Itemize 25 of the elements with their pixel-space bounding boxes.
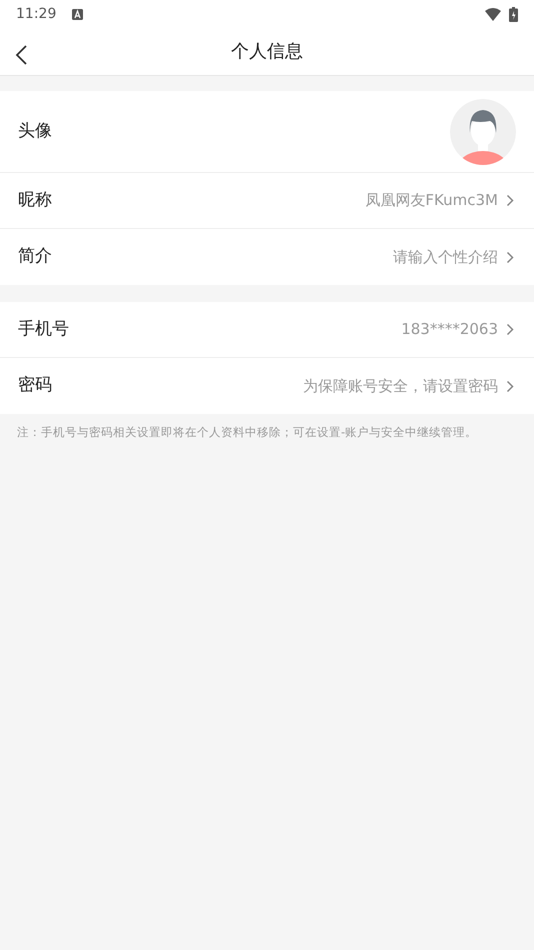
row-label: 简介 bbox=[18, 245, 52, 268]
page-title: 个人信息 bbox=[231, 40, 303, 64]
avatar-icon bbox=[450, 98, 516, 164]
note-text: 注：手机号与密码相关设置即将在个人资料中移除；可在设置-账户与安全中继续管理。 bbox=[16, 424, 478, 441]
chevron-icon bbox=[506, 194, 514, 207]
status-time: 11:29 bbox=[16, 4, 56, 24]
notification-icon bbox=[72, 8, 84, 20]
chevron-icon bbox=[506, 250, 514, 264]
row-value: 请输入个性介绍 bbox=[393, 246, 498, 268]
row-value: 183****2063 bbox=[401, 319, 498, 340]
row-value: 凤凰网友FKumc3M bbox=[365, 190, 498, 212]
chevron-icon bbox=[506, 380, 514, 392]
chevron-icon bbox=[506, 323, 514, 336]
settings-row[interactable]: 昵称 凤凰网友FKumc3M bbox=[0, 173, 534, 229]
row-label: 手机号 bbox=[18, 318, 69, 341]
settings-row[interactable]: 简介 请输入个性介绍 bbox=[0, 229, 534, 285]
row-value: 为保障账号安全，请设置密码 bbox=[303, 376, 498, 397]
battery-icon bbox=[509, 6, 518, 22]
row-label: 头像 bbox=[18, 120, 52, 143]
row-label: 昵称 bbox=[18, 188, 52, 212]
settings-row[interactable]: 手机号 183****2063 bbox=[0, 302, 534, 358]
row-label: 密码 bbox=[18, 374, 52, 398]
settings-row[interactable]: 密码 为保障账号安全，请设置密码 bbox=[0, 358, 534, 414]
wifi-icon bbox=[485, 8, 501, 20]
settings-row[interactable]: 头像 bbox=[0, 91, 534, 173]
